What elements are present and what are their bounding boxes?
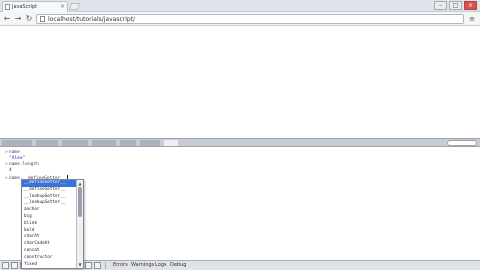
autocomplete-item[interactable]: charCodeAt <box>22 241 77 248</box>
divider <box>105 262 106 269</box>
tab-close-icon[interactable]: × <box>60 2 65 12</box>
autocomplete-item[interactable]: concat <box>22 248 77 255</box>
console-toggle-icon[interactable] <box>11 262 18 269</box>
page-viewport[interactable] <box>0 27 480 138</box>
new-tab-button[interactable] <box>68 3 81 10</box>
forward-arrow-icon[interactable]: → <box>13 14 23 24</box>
menu-icon[interactable]: ≡ <box>468 15 476 23</box>
address-bar[interactable]: localhost/tutorials/javascript/ <box>36 14 464 24</box>
scroll-down-icon[interactable]: ▼ <box>78 262 82 267</box>
console-result: 4 <box>9 168 12 173</box>
back-arrow-icon[interactable]: ← <box>2 14 12 24</box>
autocomplete-scrollbar[interactable]: ▲ ▼ <box>76 180 83 268</box>
devtools-tab[interactable] <box>36 140 58 146</box>
devtools-tab-bar <box>0 138 480 147</box>
autocomplete-item[interactable]: constructor <box>22 255 77 262</box>
warnings-filter-button[interactable]: Warnings <box>131 261 154 270</box>
autocomplete-item[interactable]: blink <box>22 221 77 228</box>
browser-toolbar: ← → ↻ localhost/tutorials/javascript/ ≡ <box>0 12 480 26</box>
devtools-tab[interactable] <box>92 140 116 146</box>
console-result: "Alex" <box>9 156 26 161</box>
console-line: 4 <box>5 168 12 174</box>
page-icon <box>5 4 10 10</box>
console-input: name.length <box>9 162 39 167</box>
window-controls: – □ × <box>434 1 477 10</box>
browser-tab[interactable]: JavaScript × <box>2 1 68 12</box>
url-text[interactable]: localhost/tutorials/javascript/ <box>48 15 135 24</box>
close-window-button[interactable]: × <box>464 1 477 10</box>
filter-icon[interactable] <box>94 262 101 269</box>
scroll-up-icon[interactable]: ▲ <box>78 181 82 186</box>
devtools-tab[interactable] <box>120 140 136 146</box>
autocomplete-item[interactable]: fixed <box>22 262 77 268</box>
autocomplete-item[interactable]: __defineSetter__ <box>22 187 77 194</box>
errors-filter-button[interactable]: Errors <box>113 261 128 270</box>
title-bar: JavaScript × – □ × <box>0 0 480 12</box>
autocomplete-list: __defineGetter__ __defineSetter__ __lookup… <box>22 180 83 268</box>
devtools-tab-console[interactable] <box>164 140 178 146</box>
dock-icon[interactable] <box>2 262 9 269</box>
minimize-button[interactable]: – <box>434 1 447 10</box>
clear-console-icon[interactable] <box>85 262 92 269</box>
logs-filter-button[interactable]: Logs <box>155 261 167 270</box>
devtools-tab[interactable] <box>2 140 32 146</box>
autocomplete-item[interactable]: anchor <box>22 207 77 214</box>
scrollbar-thumb[interactable] <box>78 187 82 217</box>
autocomplete-item[interactable]: big <box>22 214 77 221</box>
debug-filter-button[interactable]: Debug <box>170 261 186 270</box>
maximize-button[interactable]: □ <box>449 1 462 10</box>
autocomplete-item[interactable]: __defineGetter__ <box>22 180 77 187</box>
console-input: name <box>9 150 20 155</box>
autocomplete-dropdown[interactable]: __defineGetter__ __defineSetter__ __lookup… <box>21 179 84 269</box>
devtools-tab[interactable] <box>140 140 160 146</box>
devtools-search-input[interactable] <box>447 140 477 146</box>
reload-icon[interactable]: ↻ <box>24 14 34 24</box>
tab-title: JavaScript <box>12 4 38 10</box>
page-icon <box>40 16 45 22</box>
devtools-tab[interactable] <box>62 140 88 146</box>
